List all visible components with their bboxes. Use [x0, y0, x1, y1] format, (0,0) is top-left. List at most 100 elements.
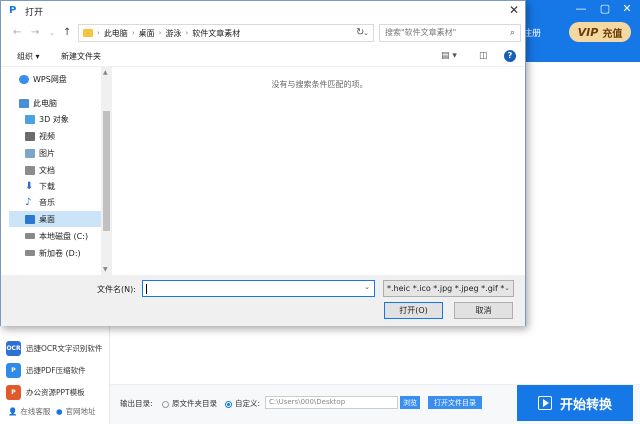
help-icon[interactable]: ? [504, 50, 516, 62]
tree-item-wps-cloud[interactable]: WPS网盘 [19, 71, 67, 87]
filename-label: 文件名(N): [97, 285, 136, 294]
tree-item-label: 文档 [39, 165, 55, 175]
output-path-field[interactable]: C:\Users\000\Desktop [265, 396, 398, 409]
breadcrumb-item[interactable]: 此电脑 [104, 28, 128, 39]
start-convert-button[interactable]: 开始转换 [517, 385, 633, 421]
tree-item-label: 新加卷 (D:) [39, 248, 81, 258]
filename-input[interactable]: ⌄ [142, 280, 375, 297]
tree-item-local-disk-c[interactable]: 本地磁盘 (C:) [25, 228, 88, 244]
tree-item-music[interactable]: ♪ 音乐 [25, 194, 55, 210]
desktop-icon [25, 214, 35, 224]
output-custom-option[interactable]: 自定义: [225, 398, 260, 409]
radio-custom[interactable] [225, 400, 232, 408]
cancel-button[interactable]: 取消 [454, 302, 513, 319]
file-type-filter[interactable]: *.heic *.ico *.jpg *.jpeg *.gif * ⌄ [383, 280, 514, 297]
app-logo-icon: P [9, 5, 17, 16]
address-bar[interactable]: › 此电脑 › 桌面 › 游泳 › 软件文章素材 ⌄ [78, 24, 374, 42]
breadcrumb-item[interactable]: 软件文章素材 [192, 28, 240, 39]
tree-item-pictures[interactable]: 图片 [25, 145, 55, 161]
back-icon[interactable]: ← [13, 27, 21, 38]
file-type-filter-value: *.heic *.ico *.jpg *.jpeg *.gif * [387, 284, 505, 293]
cloud-icon [19, 74, 29, 84]
start-convert-label: 开始转换 [559, 397, 612, 413]
sidebar-tool-label: 迅捷OCR文字识别软件 [26, 343, 103, 353]
up-icon[interactable]: ↑ [63, 27, 71, 38]
customer-service-link[interactable]: 👤 在线客服 [8, 406, 50, 417]
command-bar: 组织 ▾ 新建文件夹 ▤ ▾ ◫ ? [1, 45, 525, 67]
website-link[interactable]: ● 官网地址 [56, 406, 96, 417]
scrollbar-thumb[interactable] [103, 111, 110, 231]
vip-recharge-label: 充值 [602, 28, 623, 40]
vip-recharge-button[interactable]: VIP 充值 [569, 22, 631, 42]
documents-icon [25, 165, 35, 175]
breadcrumb-separator-icon: › [158, 29, 162, 37]
navigation-tree: WPS网盘 此电脑 3D 对象 视频 图片 文档 ⬇ 下载 ♪ 音乐 桌面 本地… [9, 67, 113, 275]
ocr-icon: OCR [6, 340, 21, 356]
open-button[interactable]: 打开(O) [384, 302, 443, 319]
tree-scrollbar[interactable]: ▲ ▼ [101, 67, 112, 275]
recent-dropdown-icon[interactable]: ⌄ [49, 29, 55, 37]
disk-icon [25, 233, 35, 239]
new-folder-button[interactable]: 新建文件夹 [61, 51, 101, 62]
tree-item-videos[interactable]: 视频 [25, 128, 55, 144]
website-icon: ● [56, 407, 63, 416]
pictures-icon [25, 148, 35, 158]
empty-results-message: 没有与搜索条件匹配的项。 [271, 80, 368, 89]
tree-item-label: 音乐 [39, 197, 55, 207]
breadcrumb-item[interactable]: 游泳 [165, 28, 181, 39]
dialog-close-icon[interactable]: ✕ [509, 3, 519, 17]
tree-item-documents[interactable]: 文档 [25, 162, 55, 178]
search-input[interactable]: 搜索"软件文章素材" ⌕ [379, 24, 521, 42]
computer-icon [19, 98, 29, 108]
preview-pane-icon[interactable]: ◫ [479, 51, 488, 61]
tree-item-desktop[interactable]: 桌面 [9, 211, 102, 227]
scroll-down-icon[interactable]: ▼ [103, 266, 108, 273]
dialog-title: 打开 [25, 8, 44, 18]
folder-icon [83, 29, 93, 37]
customer-service-label: 在线客服 [20, 407, 51, 416]
output-source-option[interactable]: 原文件夹目录 [162, 398, 217, 409]
tree-item-label: 3D 对象 [39, 114, 69, 124]
organize-button[interactable]: 组织 ▾ [17, 51, 40, 62]
sidebar-tool-ppt-template[interactable]: P 办公资源PPT模板 [6, 383, 85, 401]
tree-item-label: WPS网盘 [33, 74, 67, 84]
browse-button[interactable]: 浏览 [400, 396, 420, 409]
tree-item-label: 本地磁盘 (C:) [39, 231, 89, 241]
filename-dropdown-icon[interactable]: ⌄ [364, 283, 370, 291]
filter-dropdown-icon: ⌄ [504, 284, 510, 292]
tree-item-3d-objects[interactable]: 3D 对象 [25, 111, 69, 127]
sidebar-tool-label: 迅捷PDF压缩软件 [26, 365, 86, 375]
tree-item-downloads[interactable]: ⬇ 下载 [25, 178, 55, 194]
customer-service-icon: 👤 [8, 407, 18, 416]
maximize-icon[interactable]: ▢ [598, 2, 612, 15]
breadcrumb-item[interactable]: 桌面 [139, 28, 155, 39]
tree-item-label: 下载 [39, 181, 55, 191]
tree-item-this-pc[interactable]: 此电脑 [19, 95, 57, 111]
tree-item-label: 图片 [39, 148, 55, 158]
download-icon: ⬇ [25, 180, 34, 192]
tree-item-label: 视频 [39, 131, 55, 141]
text-caret [146, 284, 147, 294]
tree-item-label: 桌面 [39, 214, 55, 224]
music-icon: ♪ [25, 196, 32, 208]
tree-item-volume-d[interactable]: 新加卷 (D:) [25, 245, 81, 261]
close-icon[interactable]: ✕ [620, 2, 634, 15]
3d-objects-icon [25, 114, 35, 124]
video-icon [25, 131, 35, 141]
file-list-area[interactable]: 没有与搜索条件匹配的项。 [114, 67, 525, 275]
sidebar-tool-pdf-compress[interactable]: P 迅捷PDF压缩软件 [6, 361, 86, 379]
view-options-icon[interactable]: ▤ ▾ [441, 51, 457, 61]
scroll-up-icon[interactable]: ▲ [103, 69, 108, 76]
dialog-title-bar: P 打开 ✕ [1, 1, 525, 21]
open-folder-button[interactable]: 打开文件目录 [428, 396, 482, 409]
minimize-icon[interactable]: — [574, 2, 588, 15]
forward-icon[interactable]: → [31, 27, 39, 38]
refresh-icon[interactable]: ↻ [356, 27, 364, 38]
sidebar-tool-ocr[interactable]: OCR 迅捷OCR文字识别软件 [6, 339, 102, 357]
play-icon [537, 396, 552, 410]
navigation-row: ← → ⌄ ↑ › 此电脑 › 桌面 › 游泳 › 软件文章素材 ⌄ ↻ 搜索"… [1, 21, 525, 45]
breadcrumb-separator-icon: › [185, 29, 189, 37]
breadcrumb-separator-icon: › [97, 29, 100, 37]
website-label: 官网地址 [65, 407, 96, 416]
radio-source[interactable] [162, 400, 169, 408]
